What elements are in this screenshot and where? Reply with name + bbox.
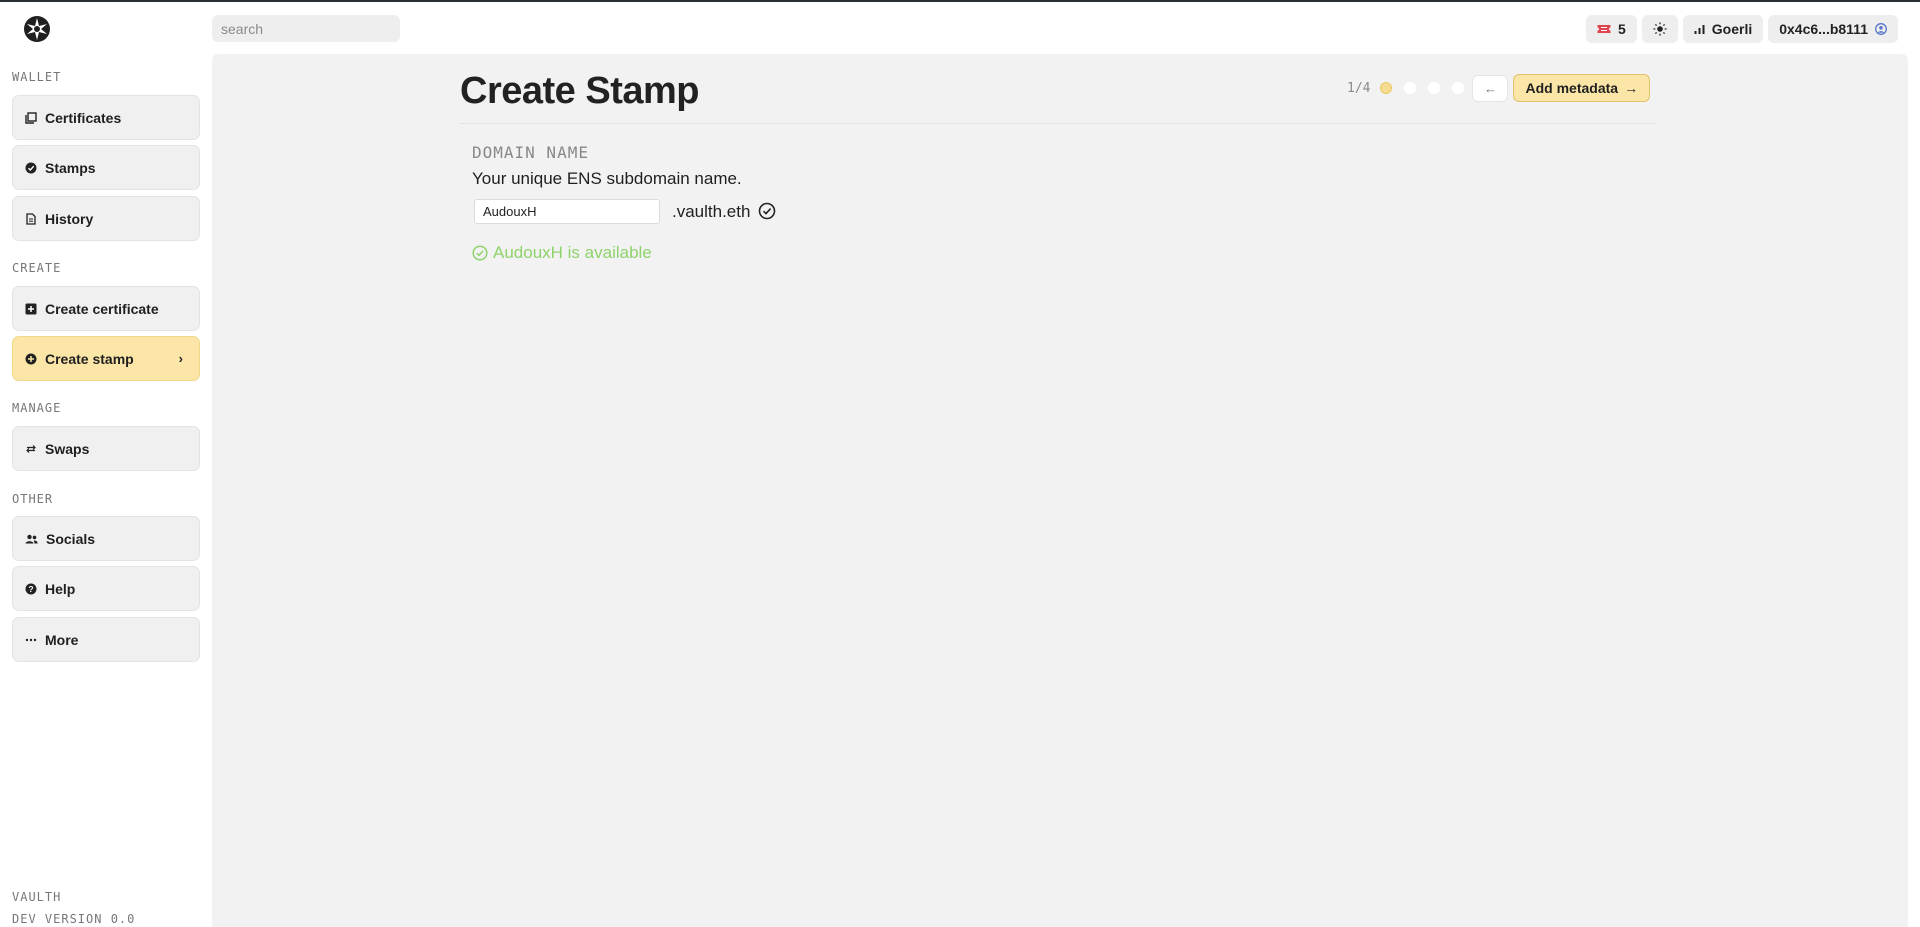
plus-square-icon bbox=[25, 303, 37, 314]
check-circle-icon bbox=[758, 202, 776, 220]
tickets-count: 5 bbox=[1617, 21, 1626, 37]
footer-app-name: VAULTH bbox=[12, 890, 62, 904]
topbar-actions: 5 Goerli 0x4c6...b8111 bbox=[1585, 15, 1898, 43]
sidebar-item-stamps[interactable]: Stamps bbox=[12, 145, 200, 190]
sidebar: WALLET Certificates Stamps History CREAT… bbox=[0, 2, 212, 927]
step-navigation: 1/4 ← Add metadata → bbox=[1347, 74, 1651, 102]
add-metadata-button[interactable]: Add metadata → bbox=[1513, 74, 1651, 102]
sidebar-item-label: Certificates bbox=[45, 109, 122, 126]
sidebar-item-label: Help bbox=[45, 580, 76, 597]
domain-name-label: DOMAIN NAME bbox=[472, 143, 589, 162]
section-label-other: OTHER bbox=[12, 492, 54, 506]
network-button[interactable]: Goerli bbox=[1682, 15, 1764, 43]
vaulth-logo-icon[interactable] bbox=[22, 14, 52, 44]
ticket-icon bbox=[1597, 25, 1611, 33]
domain-name-description: Your unique ENS subdomain name. bbox=[472, 169, 742, 188]
section-label-manage: MANAGE bbox=[12, 401, 62, 415]
back-button[interactable]: ← bbox=[1472, 74, 1509, 102]
sidebar-item-socials[interactable]: Socials bbox=[12, 516, 200, 561]
domain-suffix: .vaulth.eth bbox=[672, 202, 751, 221]
wallet-address: 0x4c6...b8111 bbox=[1779, 21, 1868, 37]
domain-name-input[interactable] bbox=[474, 199, 660, 224]
theme-toggle-button[interactable] bbox=[1641, 15, 1678, 43]
footer-version: DEV VERSION 0.0 bbox=[12, 912, 136, 926]
title-divider bbox=[460, 123, 1656, 124]
account-button[interactable]: 0x4c6...b8111 bbox=[1768, 15, 1898, 43]
step-dot-3 bbox=[1428, 82, 1441, 94]
certificates-icon bbox=[25, 111, 37, 124]
sidebar-item-label: Create certificate bbox=[45, 300, 159, 317]
sun-icon bbox=[1653, 22, 1667, 36]
svg-text:?: ? bbox=[28, 584, 33, 594]
next-button-label: Add metadata bbox=[1525, 80, 1619, 96]
signal-bars-icon bbox=[1694, 25, 1705, 34]
stamp-badge-icon bbox=[25, 162, 37, 173]
plus-circle-icon bbox=[25, 353, 37, 364]
sidebar-item-swaps[interactable]: Swaps bbox=[12, 426, 200, 471]
sidebar-item-help[interactable]: ? Help bbox=[12, 566, 200, 611]
sidebar-item-label: Socials bbox=[46, 530, 96, 547]
arrow-left-icon: ← bbox=[1483, 80, 1497, 96]
user-circle-icon bbox=[1875, 23, 1887, 35]
availability-status: AudouxH is available bbox=[472, 243, 652, 263]
availability-text: AudouxH is available bbox=[493, 243, 652, 262]
sidebar-item-certificates[interactable]: Certificates bbox=[12, 95, 200, 140]
sidebar-item-history[interactable]: History bbox=[12, 196, 200, 241]
sidebar-item-label: More bbox=[45, 631, 79, 648]
arrow-right-icon: → bbox=[1624, 80, 1639, 96]
chevron-right-icon: › bbox=[178, 351, 183, 366]
help-icon: ? bbox=[25, 583, 37, 594]
sidebar-item-label: History bbox=[45, 210, 94, 227]
main-panel: Create Stamp 1/4 ← Add metadata → DOMAIN… bbox=[212, 54, 1908, 927]
people-icon bbox=[25, 534, 38, 543]
network-label: Goerli bbox=[1711, 21, 1753, 37]
sidebar-item-create-stamp[interactable]: Create stamp › bbox=[12, 336, 200, 381]
tickets-button[interactable]: 5 bbox=[1585, 15, 1637, 43]
sidebar-item-label: Stamps bbox=[45, 159, 96, 176]
section-label-create: CREATE bbox=[12, 261, 62, 275]
sidebar-item-label: Create stamp bbox=[45, 350, 134, 367]
sidebar-item-more[interactable]: More bbox=[12, 617, 200, 662]
ellipsis-icon bbox=[25, 638, 37, 641]
page-title: Create Stamp bbox=[460, 70, 699, 112]
step-dot-4 bbox=[1452, 82, 1465, 94]
step-dot-1 bbox=[1380, 82, 1393, 94]
document-icon bbox=[26, 212, 36, 225]
search-input[interactable] bbox=[212, 15, 400, 42]
sidebar-item-create-certificate[interactable]: Create certificate bbox=[12, 286, 200, 331]
section-label-wallet: WALLET bbox=[12, 70, 62, 84]
step-counter: 1/4 bbox=[1347, 80, 1371, 96]
swap-arrows-icon bbox=[26, 444, 36, 453]
sidebar-item-label: Swaps bbox=[45, 440, 90, 457]
step-dot-2 bbox=[1404, 82, 1417, 94]
available-check-icon bbox=[472, 245, 488, 261]
